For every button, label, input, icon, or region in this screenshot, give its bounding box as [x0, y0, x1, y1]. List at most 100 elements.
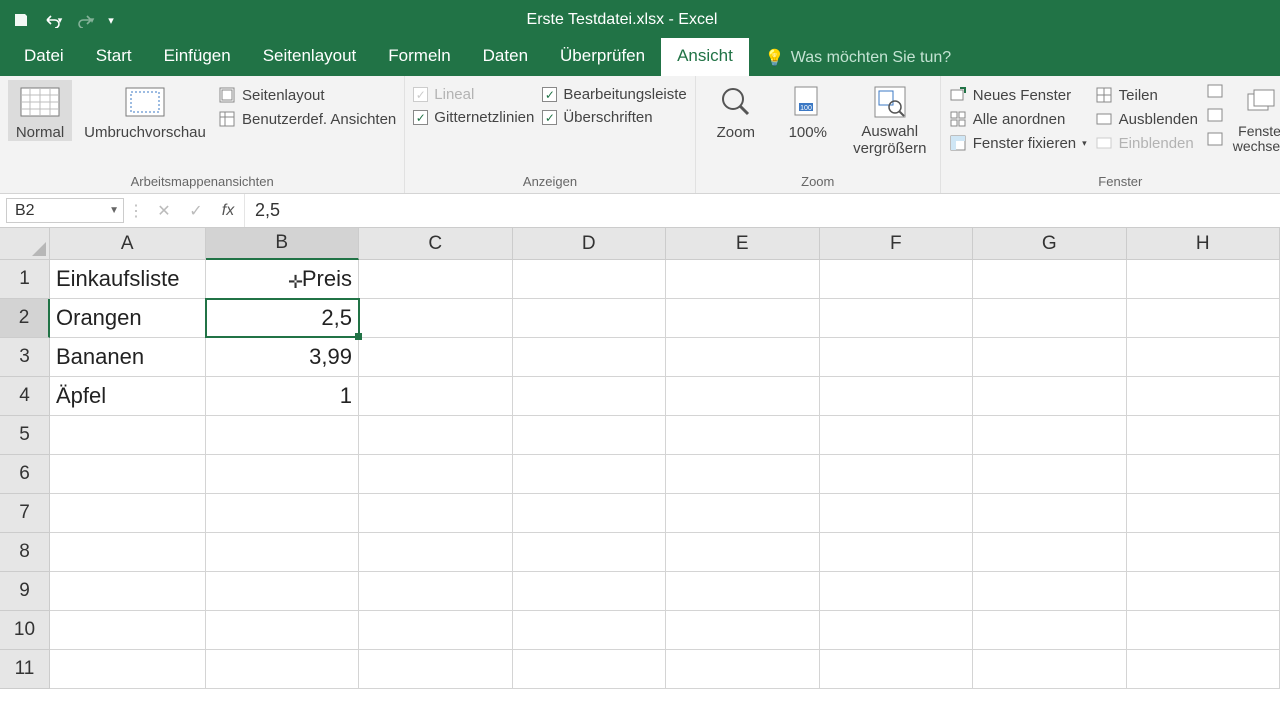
cell-E6[interactable] — [666, 455, 820, 494]
row-header-2[interactable]: 2 — [0, 299, 50, 338]
tab-formeln[interactable]: Formeln — [372, 38, 466, 76]
cell-H10[interactable] — [1127, 611, 1280, 650]
cell-E1[interactable] — [666, 260, 820, 299]
cell-C11[interactable] — [359, 650, 513, 689]
col-header-B[interactable]: B — [206, 228, 360, 260]
cell-H5[interactable] — [1127, 416, 1280, 455]
tell-me-search[interactable]: 💡 Was möchten Sie tun? — [749, 40, 967, 76]
cell-D9[interactable] — [513, 572, 667, 611]
cell-G4[interactable] — [973, 377, 1127, 416]
cell-F5[interactable] — [820, 416, 974, 455]
cell-H6[interactable] — [1127, 455, 1280, 494]
view-pagebreak-button[interactable]: Umbruchvorschau — [80, 80, 210, 141]
cell-F3[interactable] — [820, 338, 974, 377]
cell-D1[interactable] — [513, 260, 667, 299]
row-header-11[interactable]: 11 — [0, 650, 50, 689]
col-header-E[interactable]: E — [666, 228, 820, 260]
row-header-1[interactable]: 1 — [0, 260, 50, 299]
cell-E11[interactable] — [666, 650, 820, 689]
new-window-button[interactable]: Neues Fenster — [949, 86, 1087, 104]
cell-H2[interactable] — [1127, 299, 1280, 338]
cell-B11[interactable] — [206, 650, 360, 689]
cell-E5[interactable] — [666, 416, 820, 455]
cell-D3[interactable] — [513, 338, 667, 377]
cell-D5[interactable] — [513, 416, 667, 455]
cell-B3[interactable]: 3,99 — [206, 338, 360, 377]
cell-C3[interactable] — [359, 338, 513, 377]
formula-input[interactable]: 2,5 — [244, 194, 1280, 227]
checkbox-icon[interactable]: ✓ — [542, 87, 557, 102]
qat-customize-icon[interactable]: ▾ — [102, 5, 120, 35]
name-box[interactable]: B2 ▼ — [6, 198, 124, 223]
cell-G10[interactable] — [973, 611, 1127, 650]
cell-C6[interactable] — [359, 455, 513, 494]
cell-H3[interactable] — [1127, 338, 1280, 377]
col-header-C[interactable]: C — [359, 228, 513, 260]
cell-C2[interactable] — [359, 299, 513, 338]
row-header-8[interactable]: 8 — [0, 533, 50, 572]
hide-button[interactable]: Ausblenden — [1095, 110, 1198, 128]
cell-A3[interactable]: Bananen — [50, 338, 206, 377]
tab-datei[interactable]: Datei — [8, 38, 80, 76]
cell-F4[interactable] — [820, 377, 974, 416]
cell-B2[interactable]: 2,5 — [206, 299, 360, 338]
tab-seitenlayout[interactable]: Seitenlayout — [247, 38, 373, 76]
cell-E3[interactable] — [666, 338, 820, 377]
cell-H7[interactable] — [1127, 494, 1280, 533]
tab-einfuegen[interactable]: Einfügen — [148, 38, 247, 76]
cell-F7[interactable] — [820, 494, 974, 533]
cell-F6[interactable] — [820, 455, 974, 494]
cell-H1[interactable] — [1127, 260, 1280, 299]
cell-G5[interactable] — [973, 416, 1127, 455]
cell-C5[interactable] — [359, 416, 513, 455]
cell-G3[interactable] — [973, 338, 1127, 377]
cells[interactable]: EinkaufslistePreisOrangen2,5Bananen3,99Ä… — [50, 260, 1280, 689]
zoom-100-button[interactable]: 100 100% — [776, 80, 840, 141]
cell-G2[interactable] — [973, 299, 1127, 338]
cell-A10[interactable] — [50, 611, 206, 650]
col-header-D[interactable]: D — [513, 228, 667, 260]
col-header-G[interactable]: G — [973, 228, 1127, 260]
switch-windows-button[interactable]: Fenster wechseln — [1232, 80, 1280, 155]
tab-daten[interactable]: Daten — [467, 38, 544, 76]
arrange-all-button[interactable]: Alle anordnen — [949, 110, 1087, 128]
cell-D7[interactable] — [513, 494, 667, 533]
cell-A11[interactable] — [50, 650, 206, 689]
col-header-H[interactable]: H — [1127, 228, 1280, 260]
undo-icon[interactable]: ▾ — [38, 5, 68, 35]
row-header-5[interactable]: 5 — [0, 416, 50, 455]
select-all-corner[interactable] — [0, 228, 50, 260]
cell-D10[interactable] — [513, 611, 667, 650]
cell-B5[interactable] — [206, 416, 360, 455]
cell-D2[interactable] — [513, 299, 667, 338]
cell-B7[interactable] — [206, 494, 360, 533]
sync-scroll-button[interactable] — [1206, 82, 1224, 100]
row-header-6[interactable]: 6 — [0, 455, 50, 494]
cell-C1[interactable] — [359, 260, 513, 299]
col-header-A[interactable]: A — [50, 228, 206, 260]
col-header-F[interactable]: F — [820, 228, 974, 260]
tab-start[interactable]: Start — [80, 38, 148, 76]
cell-F9[interactable] — [820, 572, 974, 611]
chk-bearbeitungsleiste[interactable]: ✓ Bearbeitungsleiste — [542, 86, 686, 103]
cell-C10[interactable] — [359, 611, 513, 650]
row-header-9[interactable]: 9 — [0, 572, 50, 611]
cell-H11[interactable] — [1127, 650, 1280, 689]
tab-ueberpruefen[interactable]: Überprüfen — [544, 38, 661, 76]
cell-D11[interactable] — [513, 650, 667, 689]
view-custom-button[interactable]: Benutzerdef. Ansichten — [218, 110, 396, 128]
cell-E7[interactable] — [666, 494, 820, 533]
cell-D6[interactable] — [513, 455, 667, 494]
chk-gitternetz[interactable]: ✓ Gitternetzlinien — [413, 109, 534, 126]
cell-G7[interactable] — [973, 494, 1127, 533]
enter-icon[interactable]: ✓ — [180, 194, 212, 227]
cell-A6[interactable] — [50, 455, 206, 494]
cell-A4[interactable]: Äpfel — [50, 377, 206, 416]
cell-F10[interactable] — [820, 611, 974, 650]
cell-B8[interactable] — [206, 533, 360, 572]
view-pagelayout-button[interactable]: Seitenlayout — [218, 86, 396, 104]
cell-C8[interactable] — [359, 533, 513, 572]
column-headers[interactable]: ABCDEFGH — [50, 228, 1280, 260]
cell-F2[interactable] — [820, 299, 974, 338]
cell-H4[interactable] — [1127, 377, 1280, 416]
